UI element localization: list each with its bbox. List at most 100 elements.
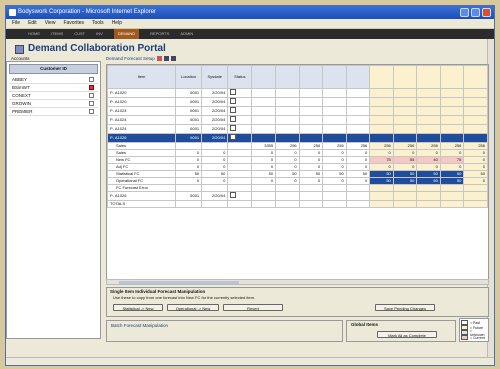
table-cell[interactable] bbox=[251, 184, 277, 192]
table-row[interactable]: Operational FC 0 0 0 0 0 0 0 50 50 50 50 0 bbox=[107, 177, 488, 185]
table-cell[interactable]: 50 bbox=[322, 170, 347, 178]
table-cell[interactable]: 0 bbox=[463, 177, 488, 185]
table-cell[interactable]: 0 bbox=[392, 163, 418, 171]
table-cell[interactable]: 0 bbox=[322, 149, 347, 157]
table-row[interactable]: Sales 3355 256 256 256 256 256 256 256 256 256 bbox=[107, 142, 488, 150]
account-row[interactable]: GROWIN bbox=[9, 100, 98, 108]
table-cell[interactable]: 0 bbox=[345, 156, 371, 164]
table-cell[interactable]: 50 bbox=[463, 170, 488, 178]
table-cell[interactable]: 256 bbox=[369, 142, 394, 150]
table-cell[interactable]: 50 bbox=[369, 177, 394, 185]
table-cell[interactable]: 256 bbox=[322, 142, 347, 150]
menu-help[interactable]: Help bbox=[112, 19, 122, 28]
table-cell[interactable]: 0 bbox=[416, 149, 441, 157]
table-cell[interactable]: 0 bbox=[251, 149, 277, 157]
table-cell[interactable]: 0 bbox=[416, 163, 441, 171]
table-cell[interactable]: 0 bbox=[345, 149, 371, 157]
account-checkbox[interactable] bbox=[89, 77, 94, 82]
nav-items[interactable]: ITEMS bbox=[51, 29, 63, 39]
table-cell[interactable]: 0 bbox=[439, 163, 465, 171]
table-cell[interactable]: 256 bbox=[345, 142, 371, 150]
table-cell[interactable]: 0 bbox=[439, 149, 465, 157]
nav-reports[interactable]: REPORTS bbox=[150, 29, 169, 39]
table-row[interactable]: P- A1020 6001 2/20/04 bbox=[107, 97, 488, 107]
table-cell[interactable]: 50 bbox=[251, 170, 277, 178]
status-checkbox[interactable] bbox=[230, 98, 237, 104]
account-row[interactable]: ABBEY bbox=[9, 76, 98, 84]
table-cell[interactable]: 0 bbox=[463, 149, 488, 157]
column-header[interactable]: Sysdate bbox=[201, 65, 229, 89]
table-cell[interactable]: 3355 bbox=[251, 142, 277, 150]
table-cell[interactable]: 0 bbox=[322, 156, 347, 164]
column-header[interactable]: Status bbox=[227, 65, 253, 89]
status-checkbox[interactable] bbox=[230, 192, 237, 198]
table-row[interactable]: P- A1026 6001 2/20/04 bbox=[107, 191, 488, 201]
scroll-thumb[interactable] bbox=[119, 281, 239, 284]
status-checkbox[interactable] bbox=[230, 107, 237, 113]
table-cell[interactable]: 0 bbox=[275, 163, 300, 171]
table-row[interactable]: New FC 0 0 0 0 0 0 0 75 55 40 75 0 bbox=[107, 156, 488, 164]
nav-cust[interactable]: CUST bbox=[74, 29, 85, 39]
table-cell[interactable]: 0 bbox=[463, 163, 488, 171]
table-row[interactable]: FC Forecast Error bbox=[107, 184, 488, 192]
table-cell[interactable]: 50 bbox=[275, 170, 300, 178]
table-cell[interactable] bbox=[345, 184, 371, 192]
account-row[interactable]: CONEXT bbox=[9, 92, 98, 100]
table-cell[interactable]: 0 bbox=[275, 156, 300, 164]
table-row[interactable]: P- A1026 6001 2/20/04 bbox=[107, 133, 488, 143]
grid-icon[interactable] bbox=[170, 56, 176, 61]
maximize-button[interactable] bbox=[471, 8, 480, 17]
table-cell[interactable]: 0 bbox=[251, 177, 277, 185]
menu-view[interactable]: View bbox=[45, 19, 56, 28]
save-pending-changes-button[interactable]: Save Pending Changes bbox=[375, 304, 435, 311]
nav-admin[interactable]: ADMIN bbox=[180, 29, 193, 39]
table-cell[interactable]: 50 bbox=[439, 177, 465, 185]
table-cell[interactable] bbox=[369, 184, 394, 192]
table-cell[interactable]: 0 bbox=[392, 149, 418, 157]
status-checkbox[interactable] bbox=[230, 134, 237, 140]
table-cell[interactable] bbox=[392, 184, 418, 192]
table-cell[interactable]: 256 bbox=[275, 142, 300, 150]
menu-tools[interactable]: Tools bbox=[92, 19, 104, 28]
table-cell[interactable]: 50 bbox=[416, 177, 441, 185]
table-cell[interactable]: 0 bbox=[275, 177, 300, 185]
horizontal-scrollbar[interactable] bbox=[106, 279, 489, 285]
column-header[interactable]: Location bbox=[174, 65, 203, 89]
table-row[interactable]: Adj FC 0 0 0 0 0 0 0 0 0 0 0 0 bbox=[107, 163, 488, 171]
table-row[interactable]: TOTALS bbox=[107, 200, 488, 208]
table-cell[interactable]: 50 bbox=[369, 170, 394, 178]
table-cell[interactable]: 0 bbox=[345, 177, 371, 185]
column-header[interactable]: Item bbox=[107, 65, 176, 89]
menu-favorites[interactable]: Favorites bbox=[63, 19, 84, 28]
table-cell[interactable]: 75 bbox=[439, 156, 465, 164]
table-cell[interactable]: 256 bbox=[463, 142, 488, 150]
export-icon[interactable] bbox=[156, 56, 162, 61]
table-cell[interactable]: 55 bbox=[392, 156, 418, 164]
table-row[interactable]: P- A1024 6001 2/20/04 bbox=[107, 124, 488, 134]
table-cell[interactable] bbox=[439, 184, 465, 192]
table-cell[interactable]: 256 bbox=[439, 142, 465, 150]
table-cell[interactable]: 0 bbox=[298, 163, 324, 171]
close-button[interactable] bbox=[482, 8, 491, 17]
nav-home[interactable]: HOME bbox=[28, 29, 40, 39]
table-row[interactable]: Statistical FC 50 50 50 50 50 50 50 50 50 50 50 50 bbox=[107, 170, 488, 178]
table-cell[interactable]: 0 bbox=[298, 177, 324, 185]
table-cell[interactable] bbox=[463, 184, 488, 192]
table-cell[interactable]: 50 bbox=[439, 170, 465, 178]
account-row[interactable]: PREMIER bbox=[9, 108, 98, 116]
table-cell[interactable]: 75 bbox=[369, 156, 394, 164]
table-cell[interactable]: 0 bbox=[251, 156, 277, 164]
table-cell[interactable] bbox=[298, 184, 324, 192]
table-cell[interactable]: 50 bbox=[345, 170, 371, 178]
operational-to-new-button[interactable]: Operational -> New bbox=[167, 304, 219, 311]
table-cell[interactable]: 0 bbox=[251, 163, 277, 171]
print-icon[interactable] bbox=[163, 56, 169, 61]
account-row[interactable]: BSimWT bbox=[9, 84, 98, 92]
table-cell[interactable]: 0 bbox=[463, 156, 488, 164]
menu-edit[interactable]: Edit bbox=[28, 19, 37, 28]
table-cell[interactable]: 0 bbox=[275, 149, 300, 157]
account-checkbox[interactable] bbox=[89, 93, 94, 98]
nav-inv[interactable]: INV bbox=[96, 29, 103, 39]
table-cell[interactable]: 50 bbox=[392, 170, 418, 178]
menu-file[interactable]: File bbox=[12, 19, 20, 28]
